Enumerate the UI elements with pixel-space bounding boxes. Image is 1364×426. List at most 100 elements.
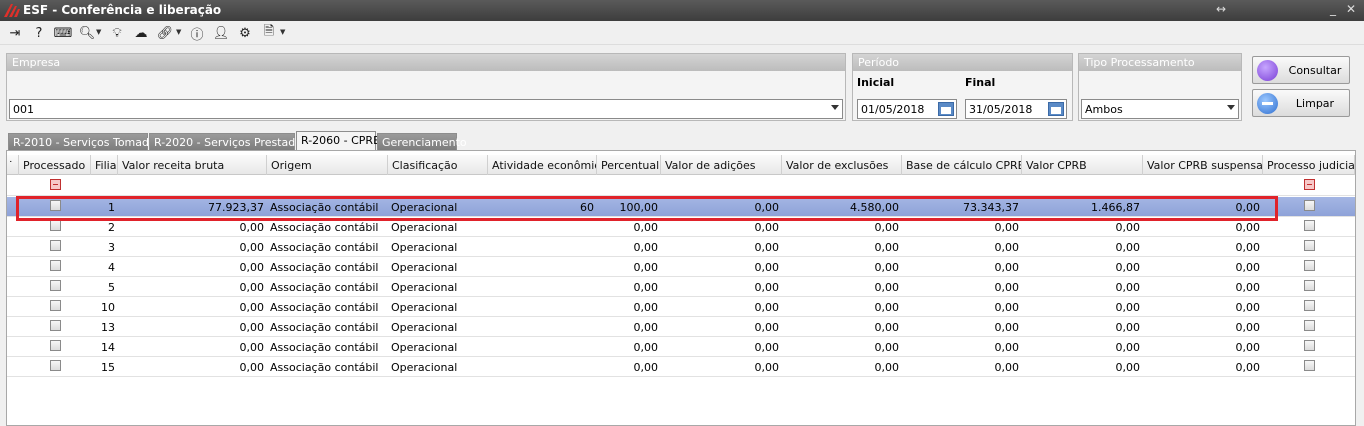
chevron-down-icon[interactable]: ▼ — [96, 28, 102, 36]
limpar-button[interactable]: Limpar — [1252, 89, 1350, 117]
col-atividade-economica[interactable]: Atividade econômica — [488, 155, 597, 175]
processo-judicial-checkbox[interactable] — [1263, 257, 1355, 277]
processo-judicial-checkbox[interactable] — [1263, 217, 1355, 237]
checkbox-icon[interactable] — [49, 260, 61, 271]
calendar-icon[interactable] — [1048, 102, 1064, 116]
processo-judicial-checkbox[interactable] — [1263, 197, 1355, 217]
table-row[interactable]: 2 0,00 Associação contábil Operacional 0,00 0… — [7, 217, 1355, 237]
col-processado[interactable]: Processado — [19, 155, 91, 175]
base-cell: 0,00 — [994, 321, 1020, 334]
adicoes-cell: 0,00 — [754, 201, 780, 214]
processo-judicial-checkbox[interactable] — [1263, 317, 1355, 337]
table-row[interactable]: 13 0,00 Associação contábil Operacional 0,00… — [7, 317, 1355, 337]
processado-checkbox[interactable] — [19, 297, 91, 317]
processo-judicial-checkbox[interactable] — [1263, 297, 1355, 317]
processo-judicial-checkbox[interactable] — [1263, 337, 1355, 357]
processo-judicial-checkbox[interactable] — [1263, 237, 1355, 257]
processo-judicial-filter[interactable] — [1263, 176, 1355, 196]
checkbox-icon[interactable] — [1303, 300, 1315, 311]
table-row[interactable]: 15 0,00 Associação contábil Operacional 0,00… — [7, 357, 1355, 377]
inicial-date-field[interactable]: 01/05/2018 — [857, 99, 957, 119]
checkbox-icon[interactable] — [49, 320, 61, 331]
indeterminate-checkbox-icon[interactable] — [49, 179, 61, 190]
origem-cell: Associação contábil — [270, 321, 379, 334]
empresa-select[interactable]: 001 — [9, 99, 843, 119]
processado-checkbox[interactable] — [19, 357, 91, 377]
origem-cell: Associação contábil — [270, 341, 379, 354]
checkbox-icon[interactable] — [49, 280, 61, 291]
checkbox-icon[interactable] — [49, 220, 61, 231]
tipo-processamento-select[interactable]: Ambos — [1081, 99, 1239, 119]
processado-checkbox[interactable] — [19, 197, 91, 217]
checkbox-icon[interactable] — [1303, 260, 1315, 271]
checkbox-icon[interactable] — [49, 300, 61, 311]
table-row[interactable]: 1 77.923,37 Associação contábil Operacional… — [7, 197, 1355, 217]
keyboard-icon[interactable]: ⌨ — [54, 24, 73, 42]
consultar-button[interactable]: Consultar — [1252, 56, 1350, 84]
table-row[interactable]: 5 0,00 Associação contábil Operacional 0,00 0… — [7, 277, 1355, 297]
checkbox-icon[interactable] — [49, 200, 61, 211]
chevron-down-icon[interactable]: ▼ — [280, 28, 286, 36]
checkbox-icon[interactable] — [49, 360, 61, 371]
col-clasificacao[interactable]: Clasificação — [388, 155, 488, 175]
processo-judicial-checkbox[interactable] — [1263, 277, 1355, 297]
user-card-icon[interactable]: 👤︎ — [212, 24, 230, 42]
processado-checkbox[interactable] — [19, 277, 91, 297]
processo-judicial-checkbox[interactable] — [1263, 357, 1355, 377]
processado-checkbox[interactable] — [19, 237, 91, 257]
tab-gerenciamento[interactable]: Gerenciamento — [377, 133, 467, 150]
col-valor-cprb[interactable]: Valor CPRB — [1022, 155, 1143, 175]
processado-checkbox[interactable] — [19, 317, 91, 337]
suspensa-cell: 0,00 — [1235, 301, 1261, 314]
tab-r2010[interactable]: R-2010 - Serviços Tomados — [8, 133, 161, 150]
table-row[interactable]: 14 0,00 Associação contábil Operacional 0,00… — [7, 337, 1355, 357]
col-valor-cprb-suspensa[interactable]: Valor CPRB suspensa — [1143, 155, 1263, 175]
processado-filter[interactable] — [19, 176, 91, 196]
help-icon[interactable]: ? — [30, 24, 48, 42]
processado-checkbox[interactable] — [19, 257, 91, 277]
info-icon[interactable]: ⓘ — [188, 24, 206, 43]
col-valor-receita-bruta[interactable]: Valor receita bruta — [118, 155, 267, 175]
chevron-down-icon[interactable]: ▼ — [176, 28, 182, 36]
brain-icon[interactable]: ☁ — [132, 24, 150, 42]
col-percentual[interactable]: Percentual — [597, 155, 661, 175]
processado-checkbox[interactable] — [19, 217, 91, 237]
table-row[interactable]: 10 0,00 Associação contábil Operacional 0,00… — [7, 297, 1355, 317]
checkbox-icon[interactable] — [1303, 340, 1315, 351]
document-settings-icon[interactable]: ⚙ — [236, 24, 254, 42]
indeterminate-checkbox-icon[interactable] — [1303, 179, 1315, 190]
tab-r2060[interactable]: R-2060 - CPRB — [296, 131, 381, 151]
resize-icon[interactable]: ↔ — [1214, 2, 1228, 16]
search-icon[interactable]: 🔍︎ — [78, 24, 96, 42]
final-date-field[interactable]: 31/05/2018 — [965, 99, 1067, 119]
checkbox-icon[interactable] — [49, 240, 61, 251]
col-base-calculo-cprb[interactable]: Base de cálculo CPRB — [902, 155, 1022, 175]
col-filial[interactable]: Filial — [91, 155, 118, 175]
lightbulb-icon[interactable]: 💡︎ — [108, 24, 126, 42]
checkbox-icon[interactable] — [1303, 360, 1315, 371]
col-processo-judicial[interactable]: Processo judicial — [1263, 155, 1355, 175]
search-icon — [1257, 60, 1278, 81]
close-button[interactable]: ✕ — [1344, 2, 1358, 16]
processado-checkbox[interactable] — [19, 337, 91, 357]
calendar-icon[interactable] — [938, 102, 954, 116]
checkbox-icon[interactable] — [49, 340, 61, 351]
table-row[interactable]: 4 0,00 Associação contábil Operacional 0,00 0… — [7, 257, 1355, 277]
checkbox-icon[interactable] — [1303, 220, 1315, 231]
exclusoes-cell: 0,00 — [874, 321, 900, 334]
link-icon[interactable]: 🔗︎ — [156, 24, 174, 42]
base-cell: 0,00 — [994, 281, 1020, 294]
minimize-button[interactable]: _ — [1326, 2, 1340, 16]
exit-icon[interactable]: ⇥ — [6, 24, 24, 42]
col-valor-exclusoes[interactable]: Valor de exclusões — [782, 155, 902, 175]
col-valor-adicoes[interactable]: Valor de adições — [661, 155, 782, 175]
table-row[interactable]: 3 0,00 Associação contábil Operacional 0,00 0… — [7, 237, 1355, 257]
tab-r2020[interactable]: R-2020 - Serviços Prestados — [149, 133, 308, 150]
col-origem[interactable]: Origem — [267, 155, 388, 175]
report-icon[interactable]: 🗎 — [260, 24, 278, 42]
checkbox-icon[interactable] — [1303, 240, 1315, 251]
checkbox-icon[interactable] — [1303, 280, 1315, 291]
checkbox-icon[interactable] — [1303, 320, 1315, 331]
adicoes-cell: 0,00 — [754, 321, 780, 334]
checkbox-icon[interactable] — [1303, 200, 1315, 211]
